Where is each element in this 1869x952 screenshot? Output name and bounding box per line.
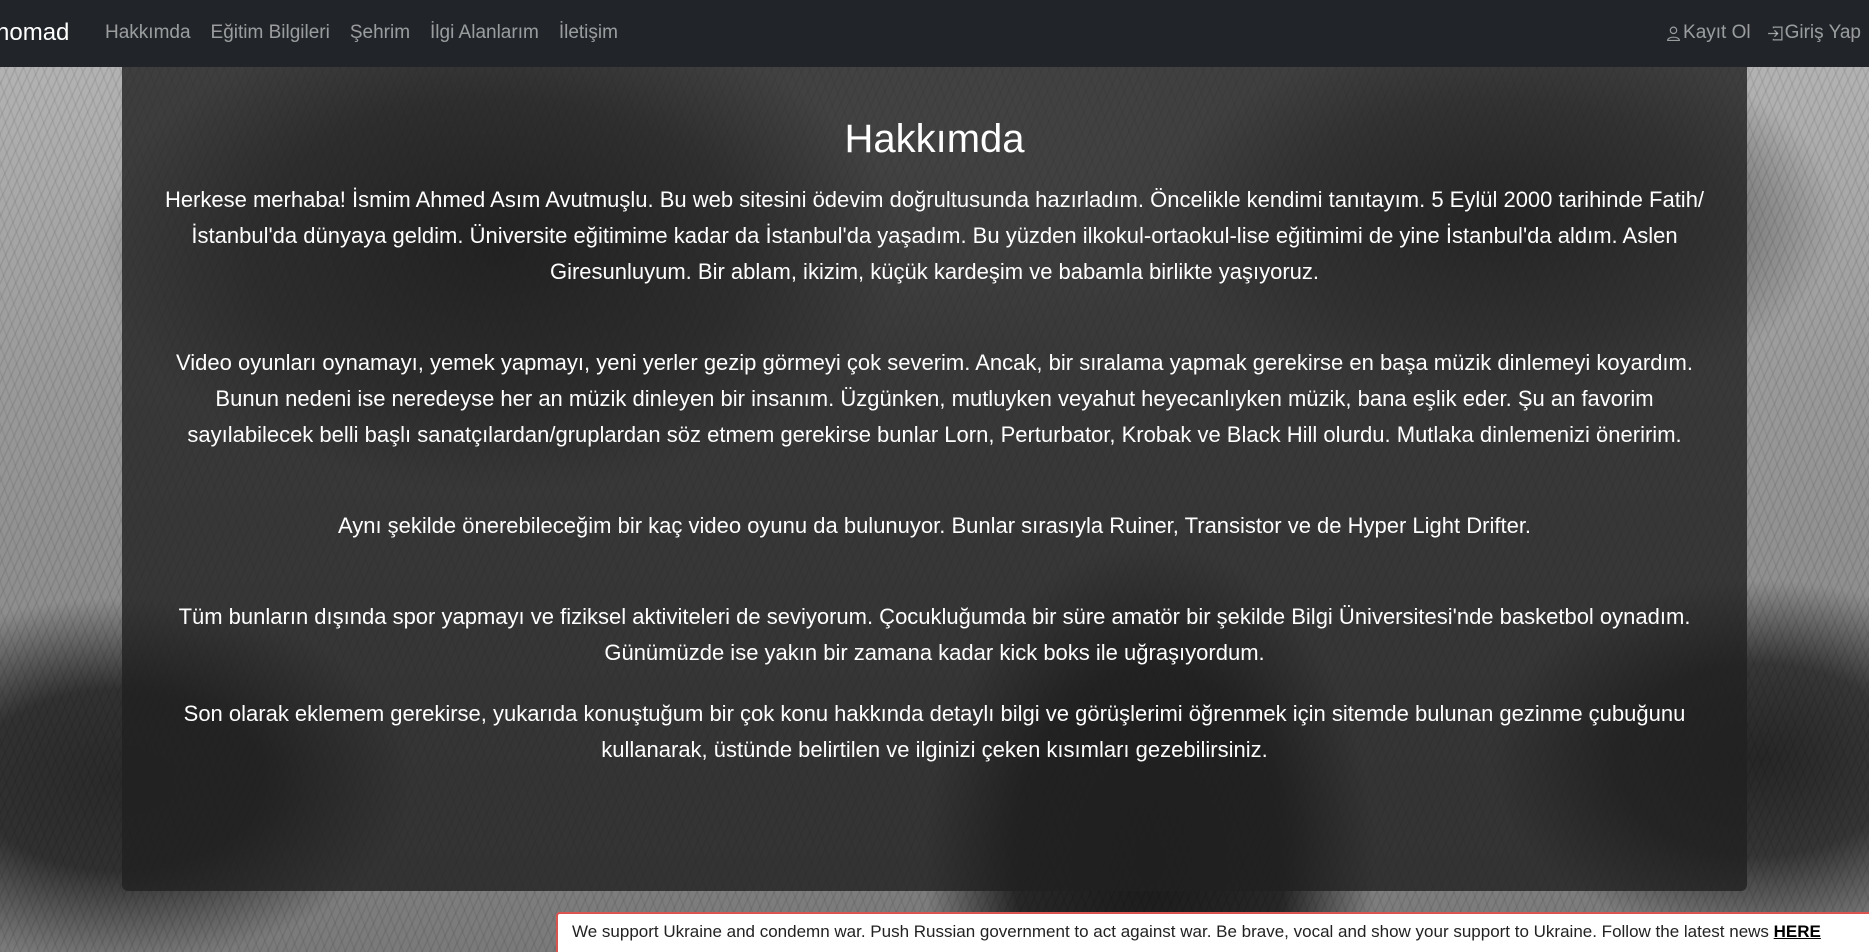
nav-link-hakkimda[interactable]: Hakkımda (105, 21, 201, 45)
banner-text: We support Ukraine and condemn war. Push… (572, 922, 1774, 941)
nav-links: Hakkımda Eğitim Bilgileri Şehrim İlgi Al… (105, 21, 628, 45)
box-arrow-in-right-icon (1767, 25, 1783, 41)
nav-link-egitim-bilgileri[interactable]: Eğitim Bilgileri (201, 21, 340, 45)
banner-here-link[interactable]: HERE (1774, 922, 1821, 941)
ukraine-support-banner: We support Ukraine and condemn war. Push… (556, 912, 1869, 952)
navbar: nomad Hakkımda Eğitim Bilgileri Şehrim İ… (0, 0, 1869, 67)
paragraph-closing: Son olarak eklemem gerekirse, yukarıda k… (183, 701, 1686, 762)
register-label: Kayıt Ol (1683, 22, 1751, 43)
page-title: Hakkımda (844, 117, 1025, 161)
nav-right: Kayıt Ol Giriş Yap (1665, 21, 1861, 45)
person-icon (1667, 26, 1680, 41)
paragraph-games: Aynı şekilde önerebileceğim bir kaç vide… (337, 513, 1532, 538)
paragraph-hobbies: Video oyunları oynamayı, yemek yapmayı, … (175, 350, 1693, 447)
nav-link-ilgi-alanlarim[interactable]: İlgi Alanlarım (420, 21, 549, 45)
nav-link-sehrim[interactable]: Şehrim (340, 21, 420, 45)
about-card: Hakkımda Herkese merhaba! İsmim Ahmed As… (122, 67, 1747, 891)
register-link[interactable]: Kayıt Ol (1665, 21, 1751, 45)
login-label: Giriş Yap (1784, 22, 1861, 43)
paragraph-sports: Tüm bunların dışında spor yapmayı ve fiz… (178, 604, 1691, 665)
nav-link-iletisim[interactable]: İletişim (549, 21, 628, 45)
brand-link[interactable]: nomad (0, 18, 69, 48)
login-link[interactable]: Giriş Yap (1767, 21, 1861, 45)
paragraph-intro: Herkese merhaba! İsmim Ahmed Asım Avutmu… (164, 187, 1705, 284)
